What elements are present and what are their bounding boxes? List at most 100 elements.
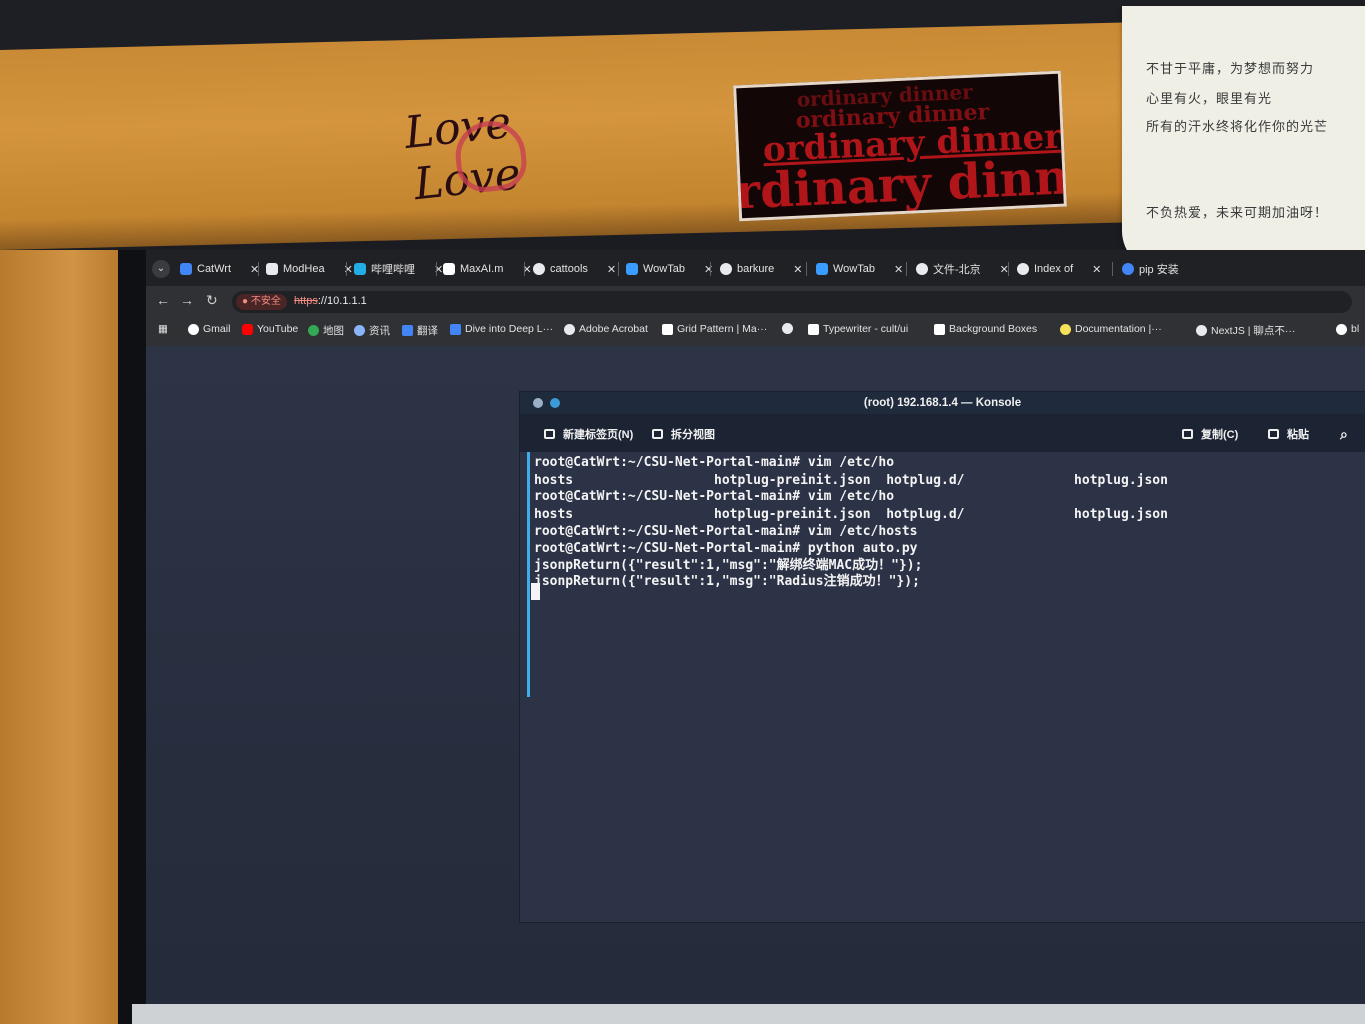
bookmark-label: 资讯 [369,325,390,337]
reload-icon[interactable]: ↻ [206,292,218,309]
github-icon [720,263,732,275]
bookmark-item[interactable]: Typewriter - cult/ui [808,323,908,335]
bookmark-label: 翻译 [417,325,438,337]
security-badge[interactable]: ● 不安全 [236,294,287,310]
bookmark-label: Grid Pattern | Ma··· [677,323,768,335]
translate-icon [402,325,413,336]
tab-label: CatWrt [197,263,232,275]
bookmark-label: Background Boxes [949,323,1038,335]
terminal-output[interactable]: root@CatWrt:~/CSU-Net-Portal-main# vim /… [528,452,1358,922]
bookmark-item[interactable]: Background Boxes [934,323,1037,335]
close-icon[interactable]: ✕ [344,263,353,276]
youtube-icon [242,323,253,335]
search-button[interactable]: ⌕ [1340,426,1348,443]
bookmark-item[interactable]: 资讯 [354,323,390,338]
globe-icon [1017,263,1029,275]
konsole-window: (root) 192.168.1.4 — Konsole 新建标签页(N) 拆分… [520,392,1365,922]
chevron-down-icon[interactable]: ⌄ [152,260,170,278]
pin-dot-icon[interactable] [550,398,560,408]
bookmark-label: bl [1351,323,1360,335]
url-host: ://10.1.1.1 [317,295,367,307]
docs-icon [1060,323,1071,335]
bookmark-item[interactable]: Grid Pattern | Ma··· [662,323,767,335]
tab[interactable]: CatWrt ✕ [180,258,259,280]
split-view-button[interactable]: 拆分视图 [652,426,715,442]
bookmark-item[interactable]: bl [1336,323,1359,335]
tab-label: 文件-北京 [933,264,981,276]
note-line: 不负热爱，未来可期加油呀！ [1146,206,1329,221]
bookmark-label: Gmail [203,323,231,335]
tab-label: pip 安装 [1139,264,1179,276]
tab[interactable]: WowTab ✕ [626,258,713,280]
terminal-line: jsonpReturn({"result":1,"msg":"解绑终端MAC成功… [534,558,923,573]
maps-icon [308,325,319,336]
apps-grid-icon[interactable]: ▦ [158,323,168,335]
tab[interactable]: 哔哩哔哩 ✕ [354,258,443,280]
bookmark-label: NextJS | 聊点不··· [1211,325,1296,337]
copy-button[interactable]: 复制(C) [1182,426,1238,442]
bookmark-item[interactable]: 翻译 [402,323,438,338]
tab-label: ModHea [283,263,325,275]
paste-button[interactable]: 粘贴 [1268,426,1309,442]
copy-label: 复制(C) [1201,429,1239,441]
tab-label: MaxAI.m [460,263,504,275]
split-view-icon [652,429,663,439]
bookmark-item[interactable]: Documentation |··· [1060,323,1162,335]
wooden-side-panel [0,250,132,1024]
konsole-toolbar: 新建标签页(N) 拆分视图 复制(C) 粘贴 ⌕ [520,414,1365,452]
bookmark-item[interactable]: Dive into Deep L··· [450,323,553,335]
terminal-line: root@CatWrt:~/CSU-Net-Portal-main# vim /… [534,489,895,504]
new-tab-label: 新建标签页(N) [563,429,634,441]
bookmark-item[interactable]: Adobe Acrobat [564,323,648,335]
window-title: (root) 192.168.1.4 — Konsole [520,392,1365,414]
close-icon[interactable]: ✕ [607,263,616,276]
url-text[interactable]: https://10.1.1.1 [294,295,367,307]
monitor-left-bezel [118,250,148,1024]
tab[interactable]: MaxAI.m ✕ [443,258,532,280]
bookmark-item[interactable]: Gmail [188,323,230,335]
tab-label: Index of [1034,263,1074,275]
bookmark-item[interactable]: NextJS | 聊点不··· [1196,323,1295,338]
tab-label: barkure [737,263,775,275]
tab[interactable]: WowTab ✕ [816,258,903,280]
page-icon [662,323,673,335]
tab-label: cattools [550,263,588,275]
terminal-line: root@CatWrt:~/CSU-Net-Portal-main# vim /… [534,455,895,470]
tab[interactable]: barkure ✕ [720,258,803,280]
catwrt-icon [180,263,192,275]
back-icon[interactable]: ← [156,292,170,308]
terminal-cursor [531,583,540,600]
typewriter-icon [808,323,819,335]
address-bar[interactable]: ● 不安全 https://10.1.1.1 [232,291,1352,313]
terminal-line: hosts hotplug-preinit.json hotplug.d/ ho… [534,507,1168,522]
close-icon[interactable]: ✕ [704,263,713,276]
terminal-line: root@CatWrt:~/CSU-Net-Portal-main# vim /… [534,524,918,539]
tab[interactable]: pip 安装 [1122,258,1179,280]
gmail-icon [188,323,199,335]
tab[interactable]: ModHea ✕ [266,258,353,280]
tab[interactable]: Index of ✕ [1017,258,1101,280]
close-icon[interactable]: ✕ [1092,263,1101,276]
copy-icon [1182,429,1193,439]
window-menu-dot-icon[interactable] [533,398,543,408]
tab[interactable]: 文件-北京 ✕ [916,258,1009,280]
close-icon[interactable]: ✕ [793,263,802,276]
bookmark-item[interactable]: 地图 [308,323,344,338]
terminal-scrollbar[interactable] [527,452,530,697]
browser-window: ⌄ CatWrt ✕ ModHea ✕ 哔哩哔哩 ✕ MaxAI.m ✕ cat… [146,250,1365,346]
forward-icon[interactable]: → [180,292,194,308]
bookmark-label: Documentation |··· [1075,323,1162,335]
news-icon [354,325,365,336]
sticker-text: rdinary dinn [733,149,1067,221]
terminal-line: jsonpReturn({"result":1,"msg":"Radius注销成… [534,574,920,589]
close-icon[interactable]: ✕ [894,263,903,276]
bookmark-item[interactable]: YouTube [242,323,298,335]
new-tab-button[interactable]: 新建标签页(N) [544,426,633,442]
globe-icon [564,323,575,335]
bookmark-item[interactable] [782,323,797,334]
split-view-label: 拆分视图 [671,429,715,441]
search-icon [1122,263,1134,275]
globe-icon [1196,325,1207,336]
note-line: 所有的汗水终将化作你的光芒 [1146,120,1329,135]
tab[interactable]: cattools ✕ [533,258,616,280]
